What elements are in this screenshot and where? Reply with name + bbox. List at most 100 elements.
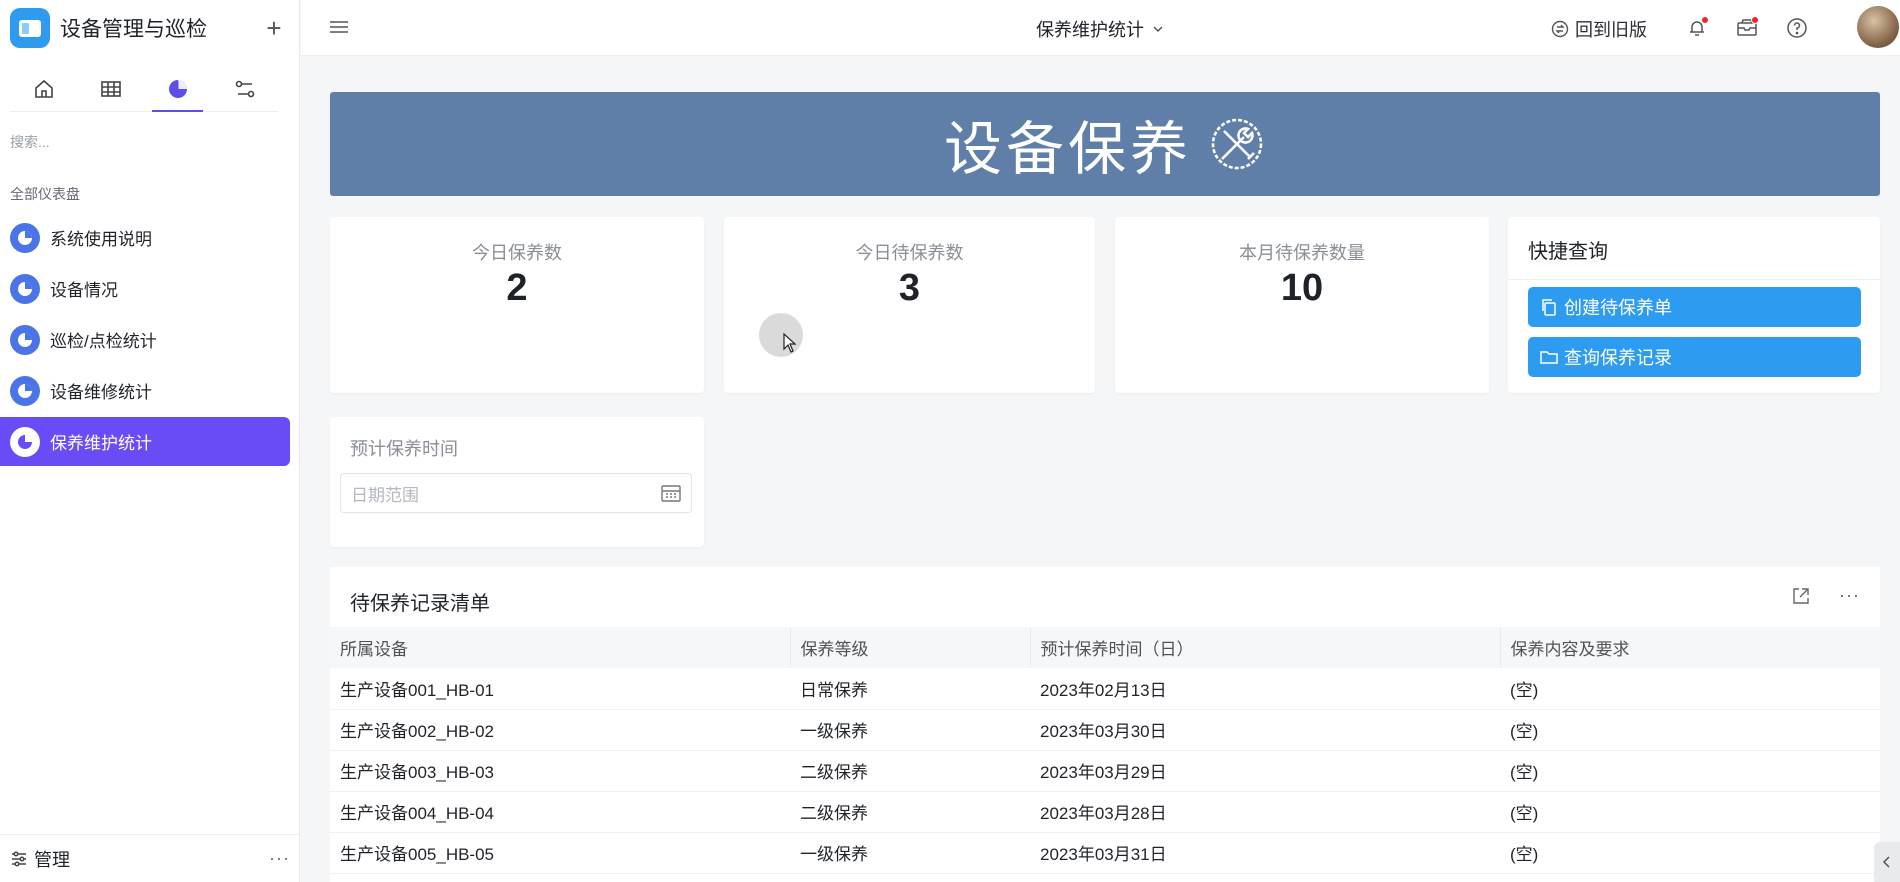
settings-sliders-icon bbox=[12, 850, 26, 867]
chevron-left-icon bbox=[1882, 856, 1890, 868]
pie-chart-icon bbox=[10, 324, 40, 355]
app-logo-icon[interactable] bbox=[10, 8, 50, 48]
avatar[interactable] bbox=[1857, 6, 1899, 48]
table-cell: 生产设备002_HB-02 bbox=[330, 709, 790, 751]
sidebar-item-equipment-status[interactable]: 设备情况 bbox=[0, 264, 290, 313]
stat-label: 今日保养数 bbox=[472, 243, 562, 263]
table-cell: 2023年03月29日 bbox=[1030, 750, 1500, 792]
sidebar: 设备管理与巡检 + 搜索... 全部仪表盘 系统使用说明 设备情况 巡检/点检统… bbox=[0, 0, 300, 882]
sidebar-item-inspection-stats[interactable]: 巡检/点检统计 bbox=[0, 315, 290, 364]
pending-maintenance-table: 所属设备 保养等级 预计保养时间（日） 保养内容及要求 生产设备001_HB-0… bbox=[330, 627, 1880, 874]
table-row[interactable]: 生产设备004_HB-04 二级保养 2023年03月28日 (空) bbox=[330, 791, 1880, 833]
tab-workflow[interactable] bbox=[211, 66, 278, 111]
table-cell: (空) bbox=[1500, 791, 1880, 833]
sidebar-item-system-guide[interactable]: 系统使用说明 bbox=[0, 213, 290, 262]
table-header-row: 所属设备 保养等级 预计保养时间（日） 保养内容及要求 bbox=[330, 627, 1880, 668]
table-row[interactable]: 生产设备001_HB-01 日常保养 2023年02月13日 (空) bbox=[330, 668, 1880, 710]
back-old-label: 回到旧版 bbox=[1575, 20, 1647, 40]
table-cell: 日常保养 bbox=[790, 668, 1030, 710]
divider bbox=[1508, 279, 1880, 280]
table-cell: (空) bbox=[1500, 750, 1880, 792]
table-actions: ··· bbox=[1791, 585, 1860, 606]
table-row[interactable]: 生产设备002_HB-02 一级保养 2023年03月30日 (空) bbox=[330, 709, 1880, 751]
table-cell: 生产设备004_HB-04 bbox=[330, 791, 790, 833]
table-cell: (空) bbox=[1500, 832, 1880, 874]
mouse-cursor-icon bbox=[783, 333, 797, 353]
stat-value: 2 bbox=[506, 267, 528, 309]
sidebar-item-label: 保养维护统计 bbox=[50, 434, 152, 453]
button-label: 创建待保养单 bbox=[1564, 298, 1672, 318]
sidebar-item-maintenance-stats[interactable]: 保养维护统计 bbox=[0, 417, 290, 466]
page-title-dropdown[interactable]: 保养维护统计 bbox=[1036, 16, 1164, 42]
stat-card-today-maintained: 今日保养数 2 bbox=[330, 217, 704, 393]
date-range-placeholder: 日期范围 bbox=[351, 485, 419, 505]
stat-card-month-pending: 本月待保养数量 10 bbox=[1115, 217, 1489, 393]
table-cell: 生产设备003_HB-03 bbox=[330, 750, 790, 792]
banner-title: 设备保养 bbox=[943, 117, 1192, 182]
page-title: 保养维护统计 bbox=[1036, 20, 1144, 40]
column-header[interactable]: 预计保养时间（日） bbox=[1030, 627, 1501, 668]
collapse-panel-toggle[interactable] bbox=[1874, 842, 1900, 882]
filter-label: 预计保养时间 bbox=[350, 439, 458, 459]
sidebar-item-label: 系统使用说明 bbox=[50, 230, 152, 249]
chevron-down-icon bbox=[1153, 26, 1163, 33]
table-cell: 生产设备001_HB-01 bbox=[330, 668, 790, 710]
manage-label: 管理 bbox=[34, 849, 70, 870]
sidebar-item-label: 设备情况 bbox=[50, 281, 118, 300]
table-cell: 生产设备005_HB-05 bbox=[330, 832, 790, 874]
home-icon bbox=[34, 79, 53, 98]
menu-icon[interactable] bbox=[329, 18, 349, 41]
pending-maintenance-table-card: 待保养记录清单 ··· 所属设备 保养等级 预计保养时间（日） 保养内容及要求 … bbox=[330, 567, 1880, 882]
tab-table[interactable] bbox=[77, 66, 144, 111]
inbox-icon[interactable] bbox=[1733, 14, 1761, 42]
table-cell: 一级保养 bbox=[790, 832, 1030, 874]
add-button[interactable]: + bbox=[259, 13, 289, 44]
stat-value: 10 bbox=[1280, 267, 1324, 309]
date-range-input[interactable]: 日期范围 bbox=[340, 473, 692, 513]
table-cell: (空) bbox=[1500, 668, 1880, 710]
back-to-old-version-button[interactable]: 回到旧版 bbox=[1551, 16, 1647, 42]
table-cell: 2023年02月13日 bbox=[1030, 668, 1500, 710]
table-cell: 2023年03月31日 bbox=[1030, 832, 1500, 874]
folder-icon bbox=[1540, 351, 1558, 364]
app-header: 设备管理与巡检 + bbox=[10, 8, 289, 48]
copy-icon bbox=[1542, 299, 1556, 316]
sidebar-list: 系统使用说明 设备情况 巡检/点检统计 设备维修统计 保养维护统计 bbox=[0, 213, 300, 468]
table-row[interactable]: 生产设备005_HB-05 一级保养 2023年03月31日 (空) bbox=[330, 832, 1880, 874]
pie-chart-icon bbox=[10, 273, 40, 304]
pie-chart-icon bbox=[10, 426, 40, 457]
calendar-icon bbox=[661, 485, 681, 502]
help-icon[interactable] bbox=[1783, 14, 1811, 42]
query-maintenance-records-button[interactable]: 查询保养记录 bbox=[1528, 337, 1861, 377]
more-icon[interactable]: ··· bbox=[269, 848, 290, 869]
table-title: 待保养记录清单 bbox=[350, 593, 490, 615]
pie-chart-icon bbox=[10, 222, 40, 253]
open-external-icon[interactable] bbox=[1791, 586, 1811, 606]
sidebar-footer[interactable]: 管理 ··· bbox=[0, 834, 300, 882]
date-filter-card: 预计保养时间 日期范围 bbox=[330, 417, 704, 547]
stat-label: 本月待保养数量 bbox=[1239, 243, 1365, 263]
table-row[interactable]: 生产设备003_HB-03 二级保养 2023年03月29日 (空) bbox=[330, 750, 1880, 792]
banner: 设备保养 bbox=[330, 92, 1880, 196]
tab-home[interactable] bbox=[10, 66, 77, 111]
sidebar-tabs bbox=[10, 66, 278, 112]
tab-dashboard[interactable] bbox=[144, 66, 211, 112]
table-cell: 2023年03月30日 bbox=[1030, 709, 1500, 751]
sidebar-item-repair-stats[interactable]: 设备维修统计 bbox=[0, 366, 290, 415]
workflow-icon bbox=[235, 80, 254, 97]
column-header[interactable]: 所属设备 bbox=[330, 627, 791, 668]
bell-icon[interactable] bbox=[1683, 14, 1711, 42]
button-label: 查询保养记录 bbox=[1564, 348, 1672, 368]
column-header[interactable]: 保养等级 bbox=[790, 627, 1031, 668]
quick-query-card: 快捷查询 创建待保养单 查询保养记录 bbox=[1508, 217, 1880, 393]
switch-version-icon bbox=[1551, 20, 1569, 38]
column-header[interactable]: 保养内容及要求 bbox=[1500, 627, 1880, 668]
sidebar-section-title: 全部仪表盘 bbox=[10, 186, 80, 202]
stat-value: 3 bbox=[898, 267, 921, 309]
table-cell: 二级保养 bbox=[790, 750, 1030, 792]
more-icon[interactable]: ··· bbox=[1839, 585, 1860, 606]
sidebar-search-input[interactable]: 搜索... bbox=[10, 132, 50, 152]
table-cell: 二级保养 bbox=[790, 791, 1030, 833]
create-maintenance-order-button[interactable]: 创建待保养单 bbox=[1528, 287, 1861, 327]
notification-dot bbox=[1751, 16, 1759, 24]
